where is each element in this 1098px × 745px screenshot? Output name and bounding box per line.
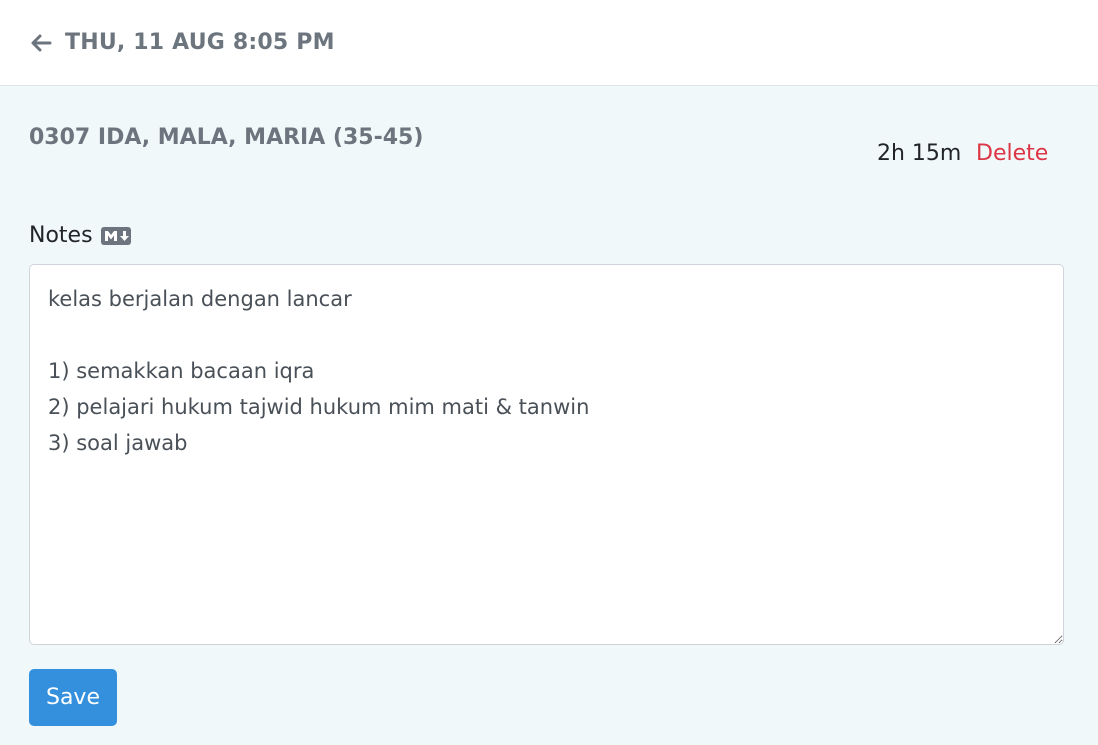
arrow-left-icon[interactable] bbox=[29, 31, 53, 55]
event-name: 0307 IDA, MALA, MARIA (35-45) bbox=[29, 125, 424, 150]
page-title: THU, 11 AUG 8:05 PM bbox=[65, 30, 335, 55]
delete-link[interactable]: Delete bbox=[976, 140, 1048, 168]
save-button[interactable]: Save bbox=[29, 669, 117, 726]
notes-label-row: Notes bbox=[29, 222, 131, 250]
markdown-icon bbox=[100, 227, 131, 245]
duration-label: 2h 15m bbox=[877, 141, 962, 166]
top-bar: THU, 11 AUG 8:05 PM bbox=[0, 0, 1098, 86]
notes-label: Notes bbox=[29, 223, 93, 248]
notes-textarea[interactable] bbox=[29, 264, 1064, 645]
